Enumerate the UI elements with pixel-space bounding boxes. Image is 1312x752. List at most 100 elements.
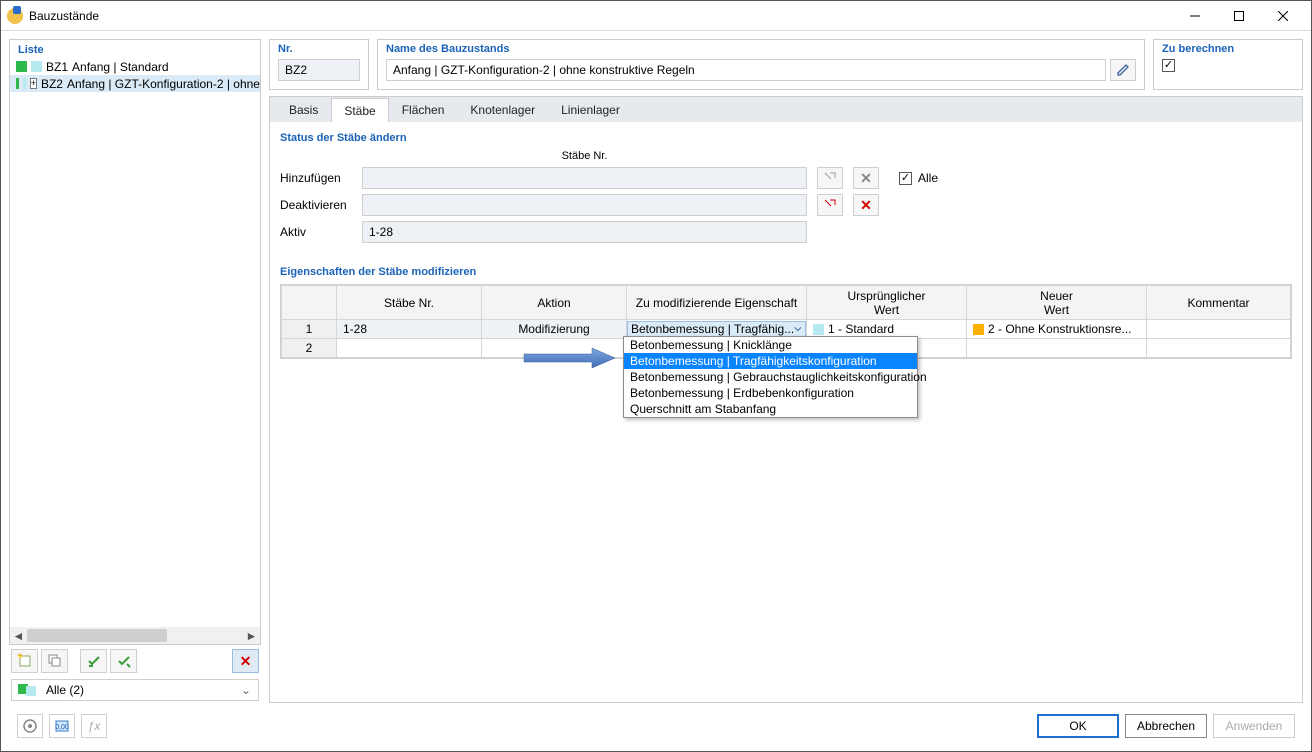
right-panel: Nr. BZ2 Name des Bauzustands Anfang | GZ…	[269, 39, 1303, 703]
tab-knotenlager[interactable]: Knotenlager	[457, 97, 548, 122]
help-button[interactable]	[17, 714, 43, 738]
tab-linienlager[interactable]: Linienlager	[548, 97, 633, 122]
col-eigenschaft[interactable]: Zu modifizierende Eigenschaft	[627, 286, 807, 320]
tab-basis[interactable]: Basis	[276, 97, 331, 122]
chevron-down-icon	[794, 324, 802, 334]
name-value: Anfang | GZT-Konfiguration-2 | ohne kons…	[393, 63, 695, 77]
col-orig[interactable]: UrsprünglicherWert	[807, 286, 967, 320]
active-input[interactable]: 1-28	[362, 221, 807, 243]
deactivate-input[interactable]	[362, 194, 807, 216]
ok-label: OK	[1069, 719, 1086, 733]
staebe-nr-header: Stäbe Nr.	[362, 150, 807, 162]
annotation-arrow	[522, 346, 617, 370]
check-out-button[interactable]	[110, 649, 137, 673]
color-chip	[813, 324, 824, 335]
cell-staebe[interactable]	[337, 339, 482, 358]
cell-neu[interactable]: 2 - Ohne Konstruktionsre...	[967, 320, 1147, 339]
calc-label: Zu berechnen	[1162, 43, 1294, 55]
tab-label: Flächen	[402, 103, 445, 117]
x-icon: ✕	[860, 170, 872, 187]
apply-button[interactable]: Anwenden	[1213, 714, 1295, 738]
minimize-button[interactable]	[1173, 2, 1217, 30]
cell-aktion[interactable]: Modifizierung	[482, 320, 627, 339]
tabs-container: Basis Stäbe Flächen Knotenlager Linienla…	[269, 96, 1303, 703]
cell-kommentar[interactable]	[1147, 339, 1291, 358]
cell-neu[interactable]	[967, 339, 1147, 358]
pick-deactivate-button[interactable]	[817, 194, 843, 216]
units-button[interactable]: 0,00	[49, 714, 75, 738]
calc-checkbox[interactable]	[1162, 59, 1175, 72]
list-item-name: Anfang | GZT-Konfiguration-2 | ohne	[67, 77, 260, 91]
x-icon: ✕	[860, 197, 872, 214]
cancel-button[interactable]: Abbrechen	[1125, 714, 1207, 738]
apply-label: Anwenden	[1226, 719, 1283, 733]
copy-button[interactable]	[41, 649, 68, 673]
color-swatch	[23, 78, 26, 89]
maximize-button[interactable]	[1217, 2, 1261, 30]
nr-box: Nr. BZ2	[269, 39, 369, 90]
edit-name-button[interactable]	[1110, 59, 1136, 81]
ok-button[interactable]: OK	[1037, 714, 1119, 738]
horizontal-scrollbar[interactable]: ◄ ►	[10, 627, 260, 644]
clear-add-button[interactable]: ✕	[853, 167, 879, 189]
active-label: Aktiv	[280, 225, 352, 239]
list-toolbar: ✕	[9, 645, 261, 677]
neu-value: 2 - Ohne Konstruktionsre...	[988, 322, 1131, 336]
property-dropdown-popup: Betonbemessung | Knicklänge Betonbemessu…	[623, 336, 918, 418]
cell-staebe[interactable]: 1-28	[337, 320, 482, 339]
close-button[interactable]	[1261, 2, 1305, 30]
table-corner	[282, 286, 337, 320]
name-box: Name des Bauzustands Anfang | GZT-Konfig…	[377, 39, 1145, 90]
dropdown-option[interactable]: Querschnitt am Stabanfang	[624, 401, 917, 417]
deactivate-label: Deaktivieren	[280, 198, 352, 212]
app-icon	[7, 8, 23, 24]
list-item-name: Anfang | Standard	[72, 60, 169, 74]
color-swatch	[31, 61, 42, 72]
new-button[interactable]	[11, 649, 38, 673]
add-label: Hinzufügen	[280, 171, 352, 185]
list-item[interactable]: BZ1 Anfang | Standard	[10, 58, 260, 75]
title-bar: Bauzustände	[1, 1, 1311, 31]
delete-button[interactable]: ✕	[232, 649, 259, 673]
filter-label: Alle (2)	[46, 683, 84, 697]
check-in-button[interactable]	[80, 649, 107, 673]
list-item[interactable]: + BZ2 Anfang | GZT-Konfiguration-2 | ohn…	[10, 75, 260, 92]
calc-box: Zu berechnen	[1153, 39, 1303, 90]
modify-table: Stäbe Nr. Aktion Zu modifizierende Eigen…	[280, 284, 1292, 359]
dropdown-option[interactable]: Betonbemessung | Gebrauchstauglichkeitsk…	[624, 369, 917, 385]
col-aktion[interactable]: Aktion	[482, 286, 627, 320]
col-staebe-nr[interactable]: Stäbe Nr.	[337, 286, 482, 320]
filter-dropdown[interactable]: Alle (2) ⌄	[11, 679, 259, 701]
dropdown-option[interactable]: Betonbemessung | Knicklänge	[624, 337, 917, 353]
dropdown-option[interactable]: Betonbemessung | Tragfähigkeitskonfigura…	[624, 353, 917, 369]
modify-section-title: Eigenschaften der Stäbe modifizieren	[280, 266, 1292, 278]
scroll-track[interactable]	[27, 627, 243, 644]
list-panel: Liste BZ1 Anfang | Standard + BZ2	[9, 39, 261, 645]
dropdown-option[interactable]: Betonbemessung | Erdbebenkonfiguration	[624, 385, 917, 401]
scroll-left-button[interactable]: ◄	[10, 627, 27, 644]
function-button[interactable]: ƒx	[81, 714, 107, 738]
dialog-footer: 0,00 ƒx OK Abbrechen Anwenden	[9, 709, 1303, 743]
cell-kommentar[interactable]	[1147, 320, 1291, 339]
window-title: Bauzustände	[29, 9, 1173, 23]
left-panel: Liste BZ1 Anfang | Standard + BZ2	[9, 39, 261, 703]
scroll-right-button[interactable]: ►	[243, 627, 260, 644]
nr-field[interactable]: BZ2	[278, 59, 360, 81]
col-kommentar[interactable]: Kommentar	[1147, 286, 1291, 320]
clear-deactivate-button[interactable]: ✕	[853, 194, 879, 216]
tab-label: Basis	[289, 103, 318, 117]
col-neu[interactable]: NeuerWert	[967, 286, 1147, 320]
svg-text:0,00: 0,00	[55, 724, 69, 731]
dialog-body: Liste BZ1 Anfang | Standard + BZ2	[1, 31, 1311, 751]
tab-staebe[interactable]: Stäbe	[331, 98, 388, 123]
pick-add-button[interactable]	[817, 167, 843, 189]
alle-checkbox[interactable]	[899, 172, 912, 185]
scroll-thumb[interactable]	[27, 629, 167, 642]
nr-value: BZ2	[285, 63, 307, 77]
tab-flaechen[interactable]: Flächen	[389, 97, 458, 122]
tree-expand-icon[interactable]: +	[30, 78, 37, 89]
main-area: Liste BZ1 Anfang | Standard + BZ2	[9, 39, 1303, 703]
add-input[interactable]	[362, 167, 807, 189]
name-field[interactable]: Anfang | GZT-Konfiguration-2 | ohne kons…	[386, 59, 1106, 81]
property-dropdown[interactable]: Betonbemessung | Tragfähig...	[627, 321, 806, 337]
